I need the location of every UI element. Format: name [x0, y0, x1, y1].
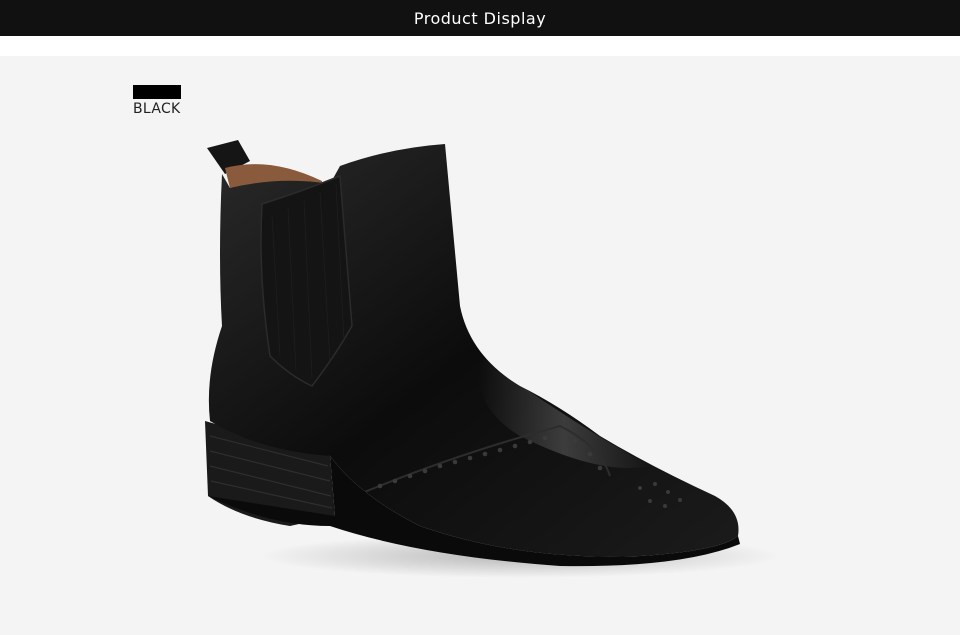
color-label: BLACK	[133, 101, 181, 117]
color-swatch	[133, 85, 181, 99]
ankle-boot-icon	[205, 140, 780, 578]
header-bar: Product Display	[0, 0, 960, 36]
product-photo-area: BLACK	[0, 56, 960, 635]
page-title: Product Display	[413, 8, 547, 28]
